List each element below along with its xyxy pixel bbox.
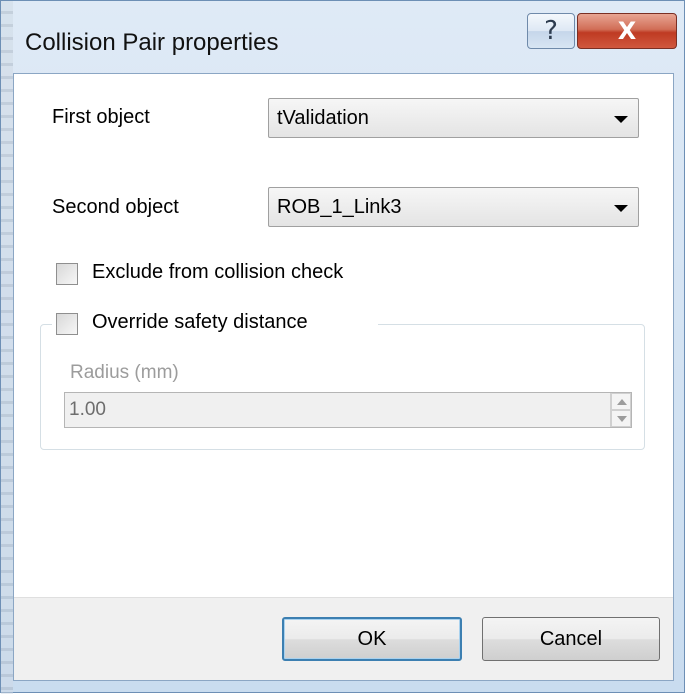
radius-value: 1.00: [69, 399, 106, 420]
chevron-down-icon: [614, 205, 628, 212]
background-window-edge: [1, 1, 13, 694]
spin-buttons: [610, 393, 631, 427]
help-icon: ?: [544, 16, 558, 46]
help-button[interactable]: ?: [527, 13, 575, 49]
ok-button[interactable]: OK: [282, 617, 462, 661]
spin-down-icon: [617, 416, 627, 422]
first-object-value: tValidation: [277, 107, 369, 129]
button-bar: OK Cancel: [14, 597, 673, 680]
second-object-dropdown[interactable]: ROB_1_Link3: [268, 187, 639, 227]
cancel-button[interactable]: Cancel: [482, 617, 660, 661]
spin-up-button[interactable]: [611, 393, 631, 410]
second-object-value: ROB_1_Link3: [277, 196, 402, 218]
spin-down-button[interactable]: [611, 410, 631, 427]
override-checkbox[interactable]: [56, 313, 78, 335]
dialog-window: Collision Pair properties ? X First obje…: [0, 0, 685, 694]
second-object-label: Second object: [52, 196, 179, 218]
spin-up-icon: [617, 399, 627, 405]
exclude-label[interactable]: Exclude from collision check: [92, 261, 343, 284]
close-icon: X: [617, 17, 637, 45]
dialog-content: First object tValidation Second object R…: [13, 73, 674, 681]
first-object-dropdown[interactable]: tValidation: [268, 98, 639, 138]
radius-label: Radius (mm): [70, 362, 179, 383]
radius-spinbox[interactable]: 1.00: [64, 392, 632, 428]
safety-distance-group: [40, 324, 645, 450]
override-label[interactable]: Override safety distance: [92, 311, 308, 334]
chevron-down-icon: [614, 116, 628, 123]
dialog-title: Collision Pair properties: [25, 29, 279, 56]
close-button[interactable]: X: [577, 13, 677, 49]
exclude-checkbox[interactable]: [56, 263, 78, 285]
first-object-label: First object: [52, 106, 150, 128]
